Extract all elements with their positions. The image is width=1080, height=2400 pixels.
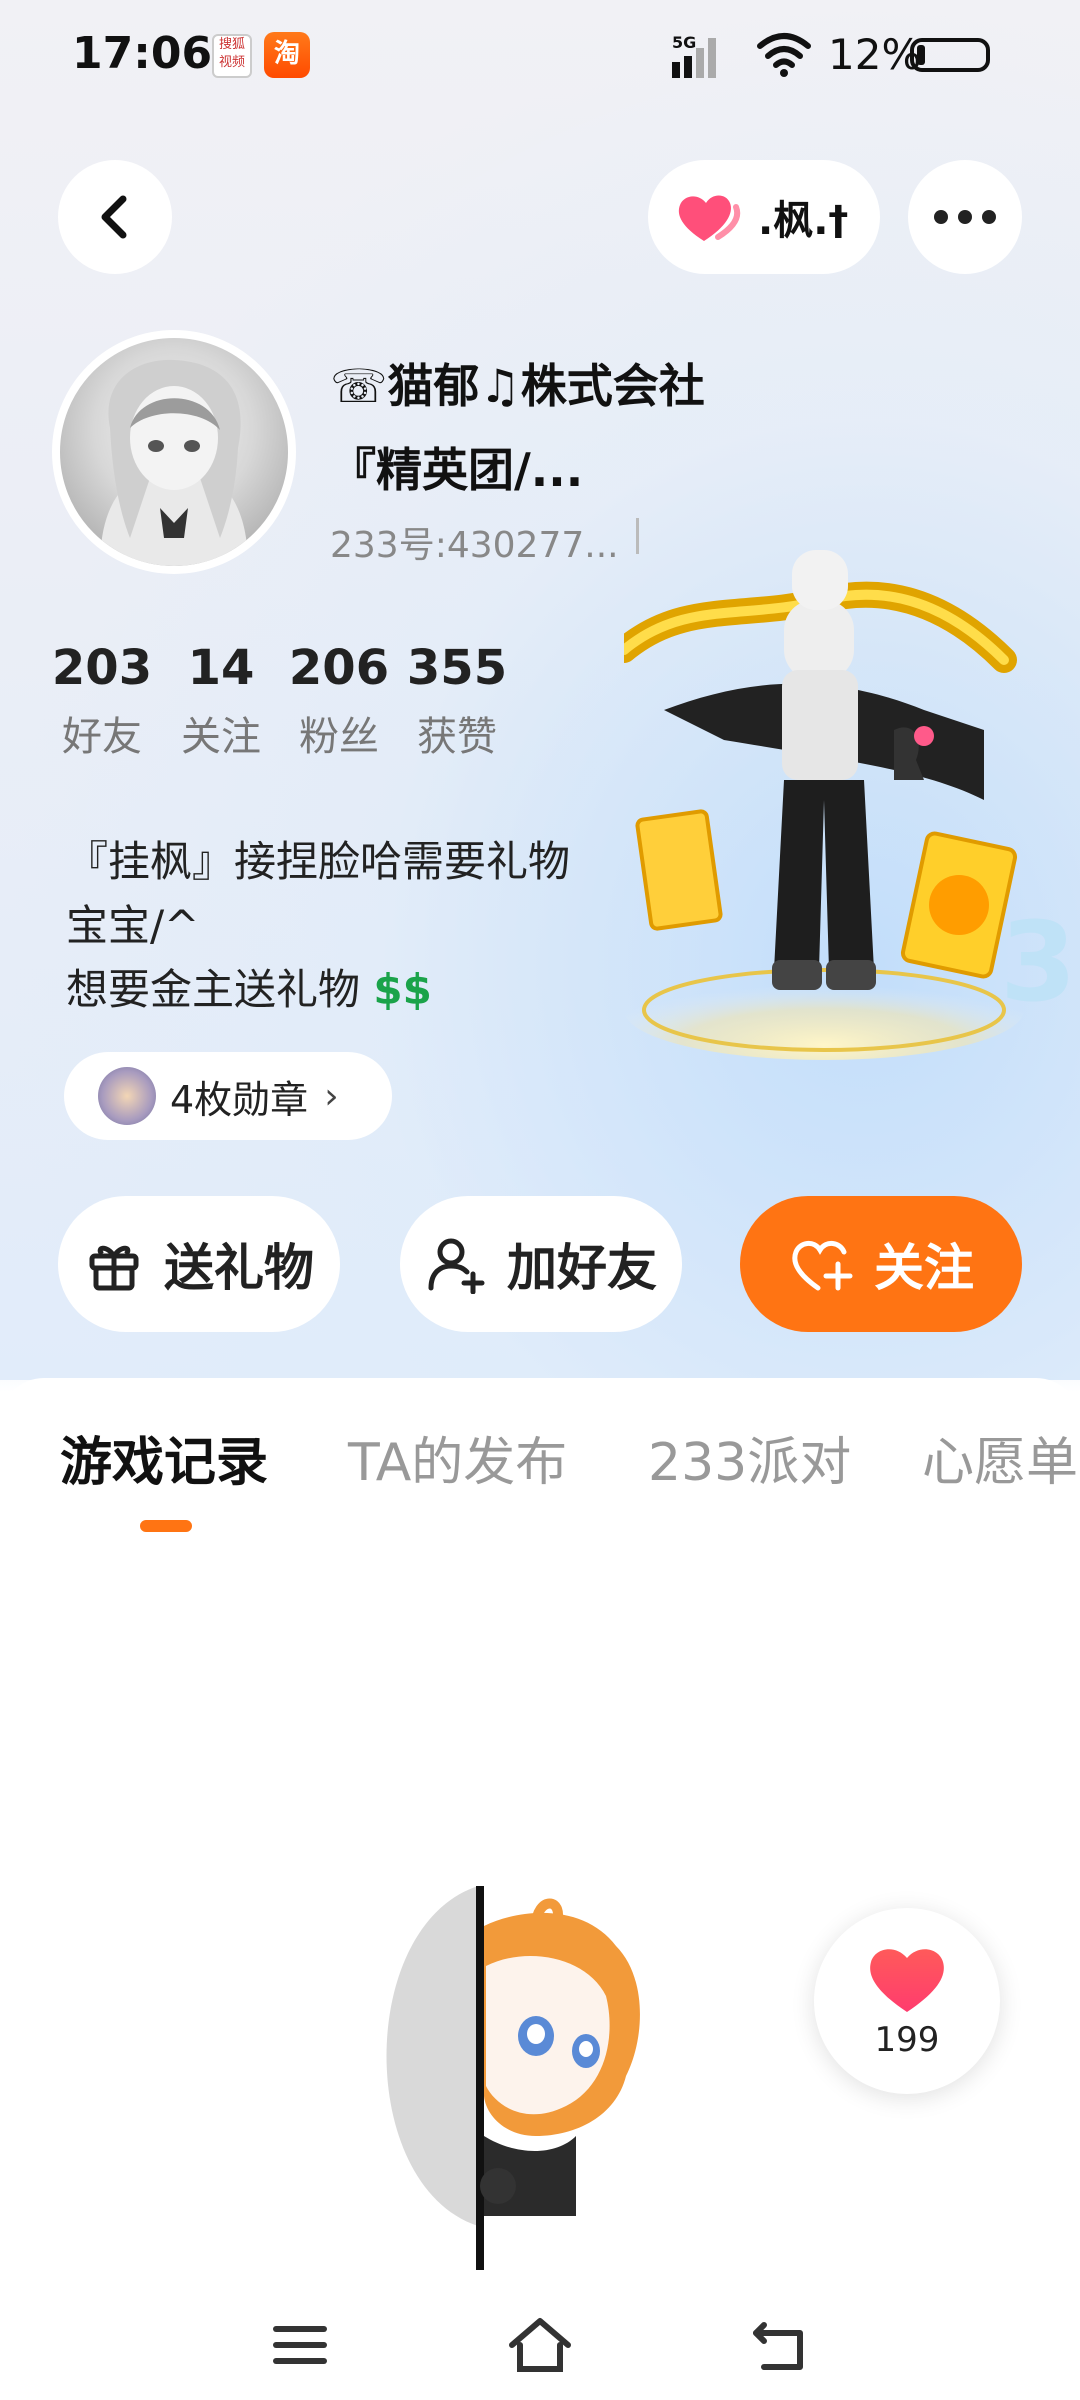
tab-wishlist[interactable]: 心愿单 bbox=[922, 1420, 1078, 1495]
companion-name: .枫.† bbox=[758, 198, 849, 244]
profile-stats: 203 好友 14 关注 206 粉丝 355 获赞 bbox=[42, 640, 516, 762]
like-button[interactable]: 199 bbox=[814, 1908, 1000, 2094]
more-button[interactable] bbox=[908, 160, 1022, 274]
display-name-line2: 『精英团/... bbox=[330, 443, 584, 497]
stat-likes[interactable]: 355 获赞 bbox=[398, 640, 516, 762]
active-tab-indicator bbox=[140, 1520, 192, 1532]
taobao-notification-icon: 淘 bbox=[264, 32, 310, 78]
medals-label: 4枚勋章 bbox=[170, 1077, 309, 1122]
follow-label: 关注 bbox=[874, 1239, 974, 1297]
battery-percent: 12% bbox=[828, 30, 922, 79]
bio-line: 『挂枫』接捏脸哈需要礼物 bbox=[66, 837, 571, 886]
system-navigation-bar bbox=[0, 2290, 1080, 2400]
stat-following[interactable]: 14 关注 bbox=[162, 640, 280, 762]
tab-233-party[interactable]: 233派对 bbox=[648, 1420, 851, 1495]
stat-friends[interactable]: 203 好友 bbox=[42, 640, 162, 762]
stat-value: 206 bbox=[288, 640, 390, 696]
battery-icon bbox=[910, 38, 990, 72]
status-bar: 17:06 搜狐 视频 淘 5G 12% bbox=[0, 0, 1080, 110]
stat-value: 203 bbox=[51, 640, 153, 696]
add-friend-button[interactable]: 加好友 bbox=[400, 1196, 682, 1332]
more-dots-icon bbox=[934, 210, 948, 224]
stat-value: 355 bbox=[406, 640, 508, 696]
stat-fans[interactable]: 206 粉丝 bbox=[280, 640, 398, 762]
heart-icon bbox=[678, 195, 741, 241]
menu-icon bbox=[273, 2326, 327, 2364]
chevron-left-icon bbox=[101, 195, 127, 239]
svg-text:5G: 5G bbox=[672, 33, 696, 52]
follow-button[interactable]: 关注 bbox=[740, 1196, 1022, 1332]
dollar-emoji-icon: $$ bbox=[373, 965, 432, 1014]
companion-chip[interactable]: .枫.† bbox=[648, 160, 880, 274]
bio-line: 想要金主送礼物 $$ bbox=[66, 958, 626, 1022]
svg-text:33: 33 bbox=[1000, 898, 1080, 1026]
back-icon bbox=[753, 2322, 803, 2370]
like-count: 199 bbox=[874, 2020, 940, 2060]
stat-label: 获赞 bbox=[417, 714, 497, 760]
medals-button[interactable]: 4枚勋章 › bbox=[64, 1052, 392, 1140]
stat-label: 粉丝 bbox=[299, 714, 379, 760]
back-button[interactable] bbox=[58, 160, 172, 274]
player-avatar-scene[interactable]: 33 bbox=[624, 540, 1080, 1070]
user-id[interactable]: 233号:430277... bbox=[330, 516, 619, 568]
add-friend-label: 加好友 bbox=[507, 1239, 657, 1297]
profile-bio: 『挂枫』接捏脸哈需要礼物 宝宝/^ 想要金主送礼物 $$ bbox=[66, 830, 626, 1022]
profile-tabs: 游戏记录 TA的发布 233派对 心愿单 bbox=[60, 1420, 1080, 1520]
send-gift-button[interactable]: 送礼物 bbox=[58, 1196, 340, 1332]
avatar-illustration bbox=[100, 359, 248, 566]
bio-line: 宝宝/^ bbox=[66, 901, 200, 950]
stat-label: 关注 bbox=[181, 714, 261, 760]
add-user-icon bbox=[428, 1238, 485, 1294]
avatar[interactable] bbox=[52, 330, 296, 574]
back-nav-button[interactable] bbox=[740, 2310, 820, 2380]
empty-state-mascot bbox=[386, 1886, 640, 2270]
send-gift-label: 送礼物 bbox=[164, 1239, 314, 1297]
status-time: 17:06 bbox=[72, 28, 213, 79]
tab-game-records[interactable]: 游戏记录 bbox=[60, 1420, 268, 1495]
signal-icon: 5G bbox=[672, 33, 716, 78]
menu-button[interactable] bbox=[260, 2310, 340, 2380]
bio-text: 想要金主送礼物 bbox=[66, 965, 361, 1014]
heart-icon bbox=[870, 1949, 944, 2012]
medal-icon bbox=[98, 1067, 156, 1125]
chevron-right-icon: › bbox=[324, 1075, 339, 1117]
gift-icon bbox=[89, 1245, 139, 1291]
stat-value: 14 bbox=[187, 640, 255, 696]
display-name-line1: ☏猫郁♫株式会社 bbox=[330, 359, 705, 413]
stat-label: 好友 bbox=[62, 714, 142, 760]
tab-posts[interactable]: TA的发布 bbox=[348, 1420, 567, 1495]
heart-plus-icon bbox=[792, 1241, 853, 1291]
home-button[interactable] bbox=[500, 2310, 580, 2380]
home-icon bbox=[509, 2318, 571, 2372]
sohu-video-notification-icon: 搜狐 视频 bbox=[212, 34, 252, 78]
wifi-icon bbox=[757, 33, 811, 77]
